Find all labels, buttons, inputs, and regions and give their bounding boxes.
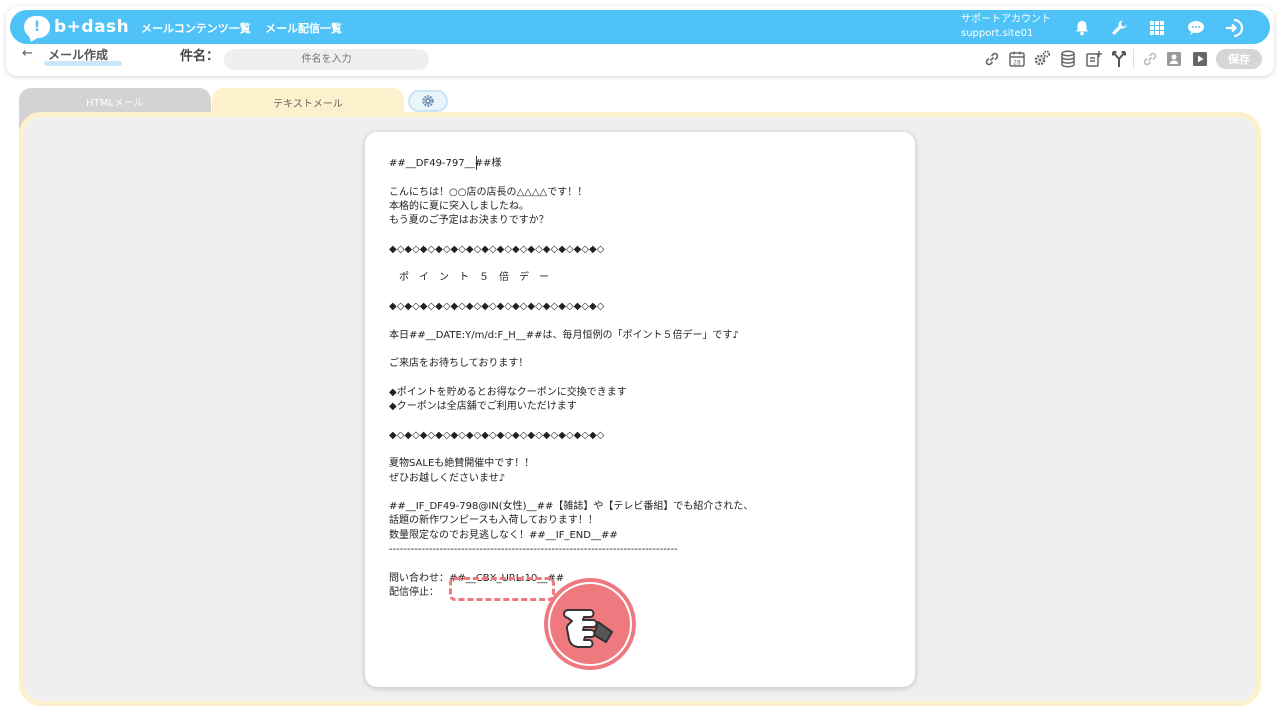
pointer-hand-badge bbox=[544, 578, 636, 670]
add-doc-icon[interactable] bbox=[1084, 49, 1104, 69]
link-off-icon[interactable] bbox=[1140, 49, 1160, 69]
highlight-box bbox=[449, 577, 555, 601]
header: ! b+dash メールコンテンツ一覧 メール配信一覧 サポートアカウント su… bbox=[6, 6, 1274, 76]
calendar-icon[interactable]: 28 bbox=[1007, 49, 1027, 69]
account-site: support.site01 bbox=[961, 28, 1034, 39]
gear-icon bbox=[422, 95, 434, 107]
save-button[interactable]: 保存 bbox=[1216, 49, 1262, 69]
link-icon[interactable] bbox=[982, 49, 1002, 69]
text-caret bbox=[476, 156, 477, 170]
mail-body-text[interactable]: ##__DF49-797__##様 こんにちは！○○店の店長の△△△△です！！ … bbox=[389, 157, 899, 600]
pointing-hand-icon bbox=[563, 609, 613, 648]
mail-text-editor[interactable]: ##__DF49-797__##様 こんにちは！○○店の店長の△△△△です！！ … bbox=[365, 132, 915, 687]
play-icon[interactable] bbox=[1190, 49, 1210, 69]
logout-icon[interactable] bbox=[1224, 18, 1244, 38]
toolbar-separator bbox=[1133, 49, 1134, 69]
logo-text: b+dash bbox=[54, 17, 130, 37]
nav-mail-delivery-list[interactable]: メール配信一覧 bbox=[265, 20, 342, 36]
back-arrow-icon[interactable]: ← bbox=[22, 46, 33, 61]
subject-input[interactable] bbox=[224, 49, 429, 70]
branch-icon[interactable] bbox=[1109, 49, 1129, 69]
wrench-icon[interactable] bbox=[1109, 18, 1129, 38]
chat-icon[interactable] bbox=[1186, 18, 1206, 38]
database-icon[interactable] bbox=[1058, 49, 1078, 69]
svg-text:28: 28 bbox=[1013, 60, 1021, 67]
top-navbar: ! b+dash メールコンテンツ一覧 メール配信一覧 サポートアカウント su… bbox=[10, 10, 1270, 44]
page-title: メール作成 bbox=[48, 48, 109, 62]
bell-icon[interactable] bbox=[1072, 18, 1092, 38]
account-name: サポートアカウント bbox=[961, 14, 1051, 25]
subject-label: 件名： bbox=[180, 49, 220, 64]
logo-mark-icon: ! bbox=[24, 16, 50, 38]
grid-icon[interactable] bbox=[1147, 18, 1167, 38]
app-logo[interactable]: ! b+dash bbox=[24, 15, 129, 39]
tab-html-mail[interactable]: HTMLメール bbox=[19, 88, 211, 114]
account-info[interactable]: サポートアカウント support.site01 bbox=[961, 13, 1051, 41]
gears-icon[interactable] bbox=[1032, 49, 1052, 69]
tab-settings[interactable] bbox=[408, 90, 448, 112]
user-card-icon[interactable] bbox=[1164, 49, 1184, 69]
nav-mail-contents-list[interactable]: メールコンテンツ一覧 bbox=[141, 20, 251, 36]
